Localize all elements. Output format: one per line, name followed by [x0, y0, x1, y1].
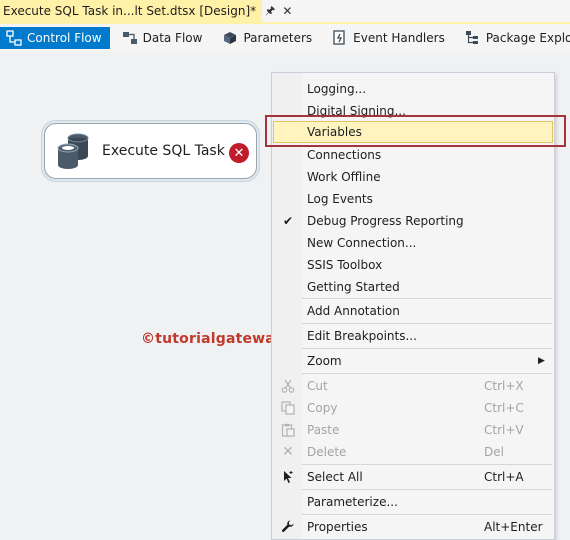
- tab-control-flow[interactable]: Control Flow: [0, 27, 110, 49]
- menu-item-label: Zoom: [307, 354, 342, 368]
- menu-item-label: Digital Signing...: [307, 104, 406, 118]
- menu-item-shortcut: Ctrl+X: [484, 379, 524, 393]
- menu-item-label: Properties: [307, 520, 368, 534]
- menu-separator: [302, 514, 552, 515]
- menu-item-label: Work Offline: [307, 170, 381, 184]
- menu-item-copy[interactable]: Copy Ctrl+C: [273, 397, 553, 419]
- database-icon: [54, 131, 92, 171]
- submenu-arrow-icon: ▶: [538, 356, 545, 366]
- event-handlers-icon: [332, 30, 348, 46]
- menu-separator: [302, 298, 552, 299]
- menu-item-paste[interactable]: Paste Ctrl+V: [273, 419, 553, 441]
- menu-separator: [302, 323, 552, 324]
- wrench-icon: [280, 519, 296, 535]
- tab-label: Data Flow: [142, 31, 203, 45]
- context-menu: Logging... Digital Signing... Variables …: [271, 72, 555, 540]
- menu-item-variables[interactable]: Variables: [273, 121, 553, 143]
- menu-item-label: Edit Breakpoints...: [307, 329, 417, 343]
- menu-separator: [302, 373, 552, 374]
- select-all-icon: [280, 469, 296, 485]
- delete-icon: ✕: [282, 444, 294, 460]
- menu-item-add-annotation[interactable]: Add Annotation: [273, 300, 553, 322]
- control-flow-icon: [6, 30, 22, 46]
- menu-item-label: Parameterize...: [307, 495, 398, 509]
- menu-item-label: Copy: [307, 401, 338, 415]
- error-icon: ✕: [229, 143, 249, 163]
- menu-item-shortcut: Ctrl+C: [484, 401, 524, 415]
- menu-separator: [302, 489, 552, 490]
- menu-item-label: SSIS Toolbox: [307, 258, 383, 272]
- menu-item-label: Add Annotation: [307, 304, 400, 318]
- menu-item-debug-progress-reporting[interactable]: ✔ Debug Progress Reporting: [273, 210, 553, 232]
- menu-item-new-connection[interactable]: New Connection...: [273, 232, 553, 254]
- menu-item-zoom[interactable]: Zoom ▶: [273, 350, 553, 372]
- menu-item-parameterize[interactable]: Parameterize...: [273, 491, 553, 513]
- tab-package-explorer[interactable]: Package Explorer: [459, 27, 570, 49]
- menu-item-delete[interactable]: ✕ Delete Del: [273, 441, 553, 463]
- tab-label: Parameters: [243, 31, 313, 45]
- pin-icon[interactable]: 🖈: [265, 2, 275, 21]
- copy-icon: [280, 400, 296, 416]
- menu-item-logging[interactable]: Logging...: [273, 78, 553, 100]
- menu-item-label: New Connection...: [307, 236, 417, 250]
- menu-item-ssis-toolbox[interactable]: SSIS Toolbox: [273, 254, 553, 276]
- menu-item-work-offline[interactable]: Work Offline: [273, 166, 553, 188]
- checkmark-icon: ✔: [282, 214, 294, 228]
- document-tab[interactable]: Execute SQL Task in...lt Set.dtsx [Desig…: [0, 0, 292, 22]
- menu-item-label: Select All: [307, 470, 363, 484]
- tab-event-handlers[interactable]: Event Handlers: [326, 27, 453, 49]
- execute-sql-task[interactable]: Execute SQL Task ✕: [44, 123, 257, 179]
- tab-data-flow[interactable]: Data Flow: [116, 27, 211, 49]
- menu-item-shortcut: Ctrl+A: [484, 470, 524, 484]
- menu-separator: [302, 464, 552, 465]
- menu-item-log-events[interactable]: Log Events: [273, 188, 553, 210]
- menu-item-select-all[interactable]: Select All Ctrl+A: [273, 466, 553, 488]
- data-flow-icon: [122, 30, 138, 46]
- menu-item-shortcut: Del: [484, 445, 504, 459]
- tab-accent-bar: [0, 22, 570, 24]
- menu-item-label: Paste: [307, 423, 340, 437]
- tab-parameters[interactable]: Parameters: [216, 27, 320, 49]
- tab-label: Control Flow: [27, 31, 102, 45]
- designer-tabs: Control Flow Data Flow Parameters Event …: [0, 26, 570, 50]
- menu-item-label: Logging...: [307, 82, 367, 96]
- menu-item-label: Cut: [307, 379, 328, 393]
- menu-item-cut[interactable]: Cut Ctrl+X: [273, 375, 553, 397]
- menu-item-label: Connections: [307, 148, 382, 162]
- menu-item-edit-breakpoints[interactable]: Edit Breakpoints...: [273, 325, 553, 347]
- document-tab-strip: Execute SQL Task in...lt Set.dtsx [Desig…: [0, 0, 570, 22]
- cut-icon: [280, 378, 296, 394]
- menu-item-label: Variables: [307, 125, 362, 139]
- menu-item-shortcut: Alt+Enter: [484, 520, 543, 534]
- package-explorer-icon: [465, 30, 481, 46]
- menu-item-label: Debug Progress Reporting: [307, 214, 464, 228]
- paste-icon: [280, 422, 296, 438]
- tab-label: Event Handlers: [353, 31, 445, 45]
- menu-separator: [302, 348, 552, 349]
- parameters-icon: [222, 30, 238, 46]
- document-tab-title: Execute SQL Task in...lt Set.dtsx [Desig…: [3, 4, 257, 18]
- task-label: Execute SQL Task: [102, 143, 225, 159]
- menu-item-label: Log Events: [307, 192, 373, 206]
- menu-item-getting-started[interactable]: Getting Started: [273, 276, 553, 298]
- menu-item-shortcut: Ctrl+V: [484, 423, 524, 437]
- menu-item-properties[interactable]: Properties Alt+Enter: [273, 516, 553, 538]
- menu-item-connections[interactable]: Connections: [273, 144, 553, 166]
- tab-label: Package Explorer: [485, 31, 570, 45]
- menu-item-label: Delete: [307, 445, 347, 459]
- menu-item-label: Getting Started: [307, 280, 400, 294]
- close-icon[interactable]: ✕: [282, 4, 292, 18]
- menu-item-digital-signing[interactable]: Digital Signing...: [273, 100, 553, 122]
